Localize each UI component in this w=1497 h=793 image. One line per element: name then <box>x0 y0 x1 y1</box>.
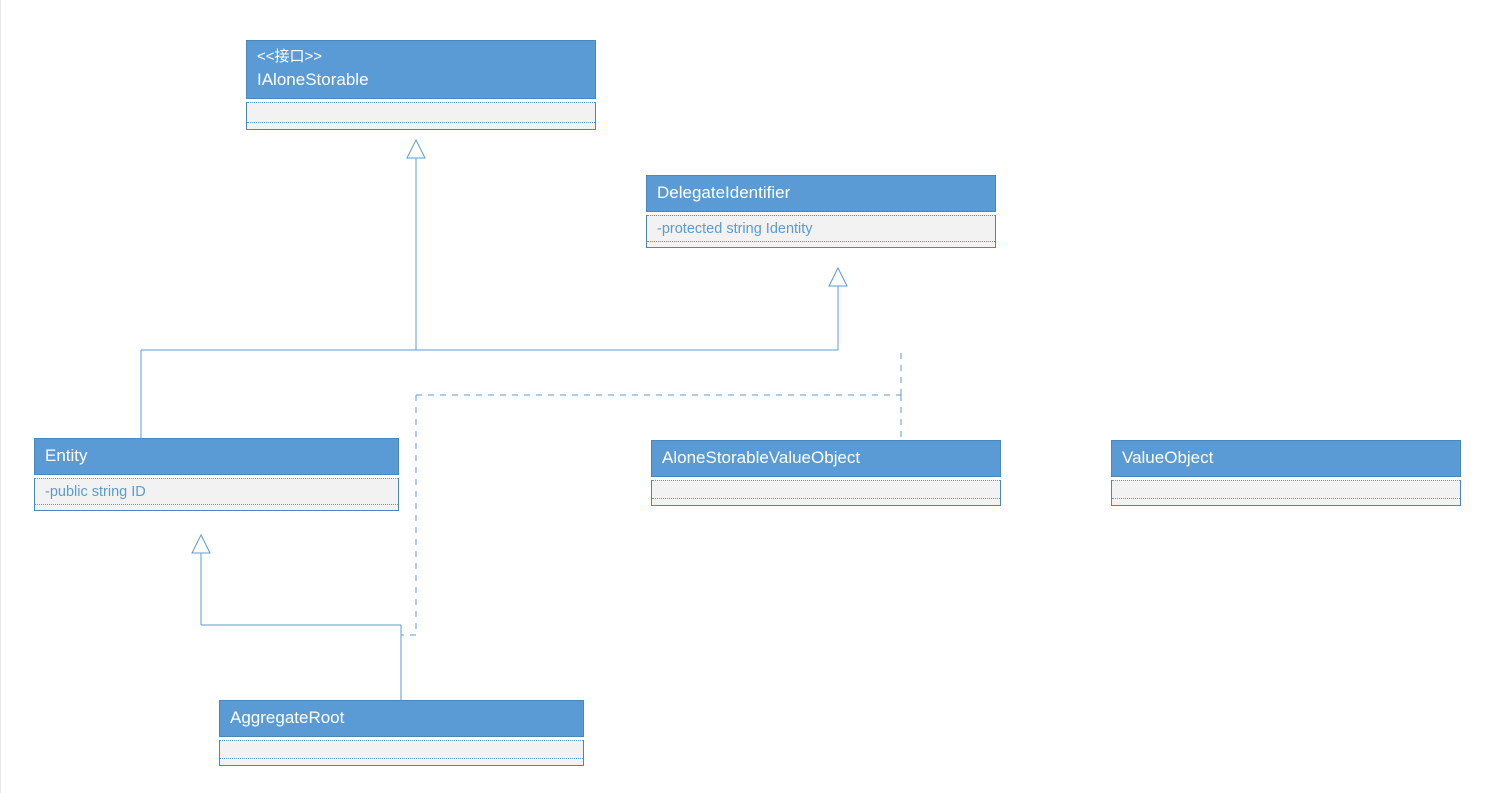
class-name: DelegateIdentifier <box>657 183 790 202</box>
stereotype-label: <<接口>> <box>257 47 585 67</box>
arrowhead-entity <box>192 535 210 553</box>
class-header: DelegateIdentifier <box>646 175 996 212</box>
class-aggregateroot[interactable]: AggregateRoot <box>219 700 584 766</box>
class-body: -protected string Identity <box>646 215 996 248</box>
class-entity[interactable]: Entity -public string ID <box>34 438 399 511</box>
class-delegateidentifier[interactable]: DelegateIdentifier -protected string Ide… <box>646 175 996 248</box>
class-name: Entity <box>45 446 88 465</box>
class-name: ValueObject <box>1122 448 1213 467</box>
class-body <box>246 102 596 130</box>
class-header: <<接口>> IAloneStorable <box>246 40 596 99</box>
class-name: IAloneStorable <box>257 70 369 89</box>
class-alonestorablevalueobject[interactable]: AloneStorableValueObject <box>651 440 1001 506</box>
arrowhead-delegate <box>829 268 847 286</box>
class-name: AggregateRoot <box>230 708 344 727</box>
class-ialonestorable[interactable]: <<接口>> IAloneStorable <box>246 40 596 130</box>
class-valueobject[interactable]: ValueObject <box>1111 440 1461 506</box>
class-name: AloneStorableValueObject <box>662 448 860 467</box>
class-header: AloneStorableValueObject <box>651 440 1001 477</box>
class-header: Entity <box>34 438 399 475</box>
connector-layer <box>1 0 1497 793</box>
class-body: -public string ID <box>34 478 399 511</box>
class-member: -public string ID <box>35 480 398 504</box>
class-body <box>1111 480 1461 506</box>
class-header: AggregateRoot <box>219 700 584 737</box>
class-header: ValueObject <box>1111 440 1461 477</box>
class-member: -protected string Identity <box>647 217 995 241</box>
uml-canvas: <<接口>> IAloneStorable DelegateIdentifier… <box>0 0 1497 793</box>
arrowhead-ialone <box>407 140 425 158</box>
class-body <box>651 480 1001 506</box>
class-body <box>219 740 584 766</box>
